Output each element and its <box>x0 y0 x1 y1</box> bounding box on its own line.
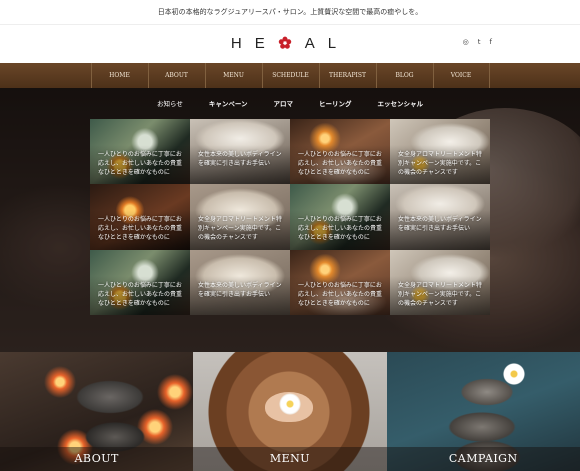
post-card[interactable]: 一人ひとりのお悩みに丁寧にお応えし、お忙しいあなたの貴重なひとときを確かなものに <box>90 184 190 250</box>
top-tagline-bar: 日本初の本格的なラグジュアリースパ・サロン。上質贅沢な空間で最高の癒やしを。 <box>0 0 580 25</box>
post-text: 女全身アロマトリートメント特別キャンペーン実施中です。この機会のチャンスです <box>398 281 483 307</box>
feature-panels: ABOUT MENU CAMPAIGN <box>0 352 580 471</box>
tab-news[interactable]: お知らせ <box>157 98 183 108</box>
post-card[interactable]: 一人ひとりのお悩みに丁寧にお応えし、お忙しいあなたの貴重なひとときを確かなものに <box>290 184 390 250</box>
campaign-panel[interactable]: CAMPAIGN <box>386 352 580 471</box>
menu-panel[interactable]: MENU <box>193 352 387 471</box>
main-nav: HOME ABOUT MENU SCHEDULE THERAPIST BLOG … <box>0 63 580 88</box>
tab-campaign[interactable]: キャンペーン <box>209 98 248 108</box>
flower-logo-icon <box>278 36 291 49</box>
post-text: 女全身アロマトリートメント特別キャンペーン実施中です。この機会のチャンスです <box>398 151 483 176</box>
post-card[interactable]: 一人ひとりのお悩みに丁寧にお応えし、お忙しいあなたの貴重なひとときを確かなものに <box>90 119 190 185</box>
site-logo[interactable]: HE AL <box>0 35 580 52</box>
logo-left-text: HE <box>230 35 278 52</box>
post-text: 一人ひとりのお悩みに丁寧にお応えし、お忙しいあなたの貴重なひとときを確かなものに <box>98 151 183 176</box>
logo-right-text: AL <box>304 35 350 52</box>
tagline-text: 日本初の本格的なラグジュアリースパ・サロン。上質贅沢な空間で最高の癒やしを。 <box>157 8 423 16</box>
post-text: 一人ひとりのお悩みに丁寧にお応えし、お忙しいあなたの貴重なひとときを確かなものに <box>298 281 383 307</box>
post-card[interactable]: 一人ひとりのお悩みに丁寧にお応えし、お忙しいあなたの貴重なひとときを確かなものに <box>90 249 190 315</box>
nav-item-menu[interactable]: MENU <box>204 63 262 88</box>
post-text: 一人ひとりのお悩みに丁寧にお応えし、お忙しいあなたの貴重なひとときを確かなものに <box>98 281 183 307</box>
tab-aroma[interactable]: アロマ <box>274 98 294 108</box>
menu-panel-label: MENU <box>193 447 387 471</box>
post-text: 女全身アロマトリートメント特別キャンペーン実施中です。この機会のチャンスです <box>198 216 283 242</box>
post-text: 女性本来の美しいボディラインを確実に引き出すお手伝い <box>398 216 482 233</box>
post-card[interactable]: 女性本来の美しいボディラインを確実に引き出すお手伝い <box>390 184 490 250</box>
campaign-panel-label: CAMPAIGN <box>386 447 580 471</box>
facebook-icon[interactable]: f <box>490 38 492 46</box>
post-card[interactable]: 女全身アロマトリートメント特別キャンペーン実施中です。この機会のチャンスです <box>390 119 490 185</box>
post-text: 一人ひとりのお悩みに丁寧にお応えし、お忙しいあなたの貴重なひとときを確かなものに <box>298 151 383 176</box>
nav-item-about[interactable]: ABOUT <box>147 63 205 88</box>
about-panel-label: ABOUT <box>0 447 194 471</box>
nav-item-schedule[interactable]: SCHEDULE <box>261 63 319 88</box>
nav-item-therapist[interactable]: THERAPIST <box>318 63 376 88</box>
social-links: ◎ t f <box>463 38 492 46</box>
frangipani-flower-icon <box>501 362 526 386</box>
nav-item-blog[interactable]: BLOG <box>375 63 433 88</box>
post-text: 一人ひとりのお悩みに丁寧にお応えし、お忙しいあなたの貴重なひとときを確かなものに <box>298 216 383 242</box>
instagram-icon[interactable]: ◎ <box>463 38 469 46</box>
about-panel[interactable]: ABOUT <box>0 352 194 471</box>
twitter-icon[interactable]: t <box>478 38 481 46</box>
post-text: 女性本来の美しいボディラインを確実に引き出すお手伝い <box>198 151 282 167</box>
site-header: HE AL ◎ t f <box>0 25 580 63</box>
tab-healing[interactable]: ヒーリング <box>319 98 352 108</box>
hero-section: お知らせ キャンペーン アロマ ヒーリング エッセンシャル 一人ひとりのお悩みに… <box>0 88 580 352</box>
nav-item-voice[interactable]: VOICE <box>432 63 490 88</box>
post-text: 女性本来の美しいボディラインを確実に引き出すお手伝い <box>198 281 282 298</box>
category-tabs: お知らせ キャンペーン アロマ ヒーリング エッセンシャル <box>0 98 580 108</box>
post-text: 一人ひとりのお悩みに丁寧にお応えし、お忙しいあなたの貴重なひとときを確かなものに <box>98 216 183 242</box>
nav-item-home[interactable]: HOME <box>90 63 148 88</box>
tab-essential[interactable]: エッセンシャル <box>378 98 424 108</box>
post-card[interactable]: 女全身アロマトリートメント特別キャンペーン実施中です。この機会のチャンスです <box>190 184 290 250</box>
post-card[interactable]: 一人ひとりのお悩みに丁寧にお応えし、お忙しいあなたの貴重なひとときを確かなものに <box>290 249 390 315</box>
post-grid: 一人ひとりのお悩みに丁寧にお応えし、お忙しいあなたの貴重なひとときを確かなものに… <box>90 119 490 315</box>
post-card[interactable]: 一人ひとりのお悩みに丁寧にお応えし、お忙しいあなたの貴重なひとときを確かなものに <box>290 119 390 185</box>
post-card[interactable]: 女全身アロマトリートメント特別キャンペーン実施中です。この機会のチャンスです <box>390 249 490 315</box>
post-card[interactable]: 女性本来の美しいボディラインを確実に引き出すお手伝い <box>190 119 290 185</box>
post-card[interactable]: 女性本来の美しいボディラインを確実に引き出すお手伝い <box>190 249 290 315</box>
